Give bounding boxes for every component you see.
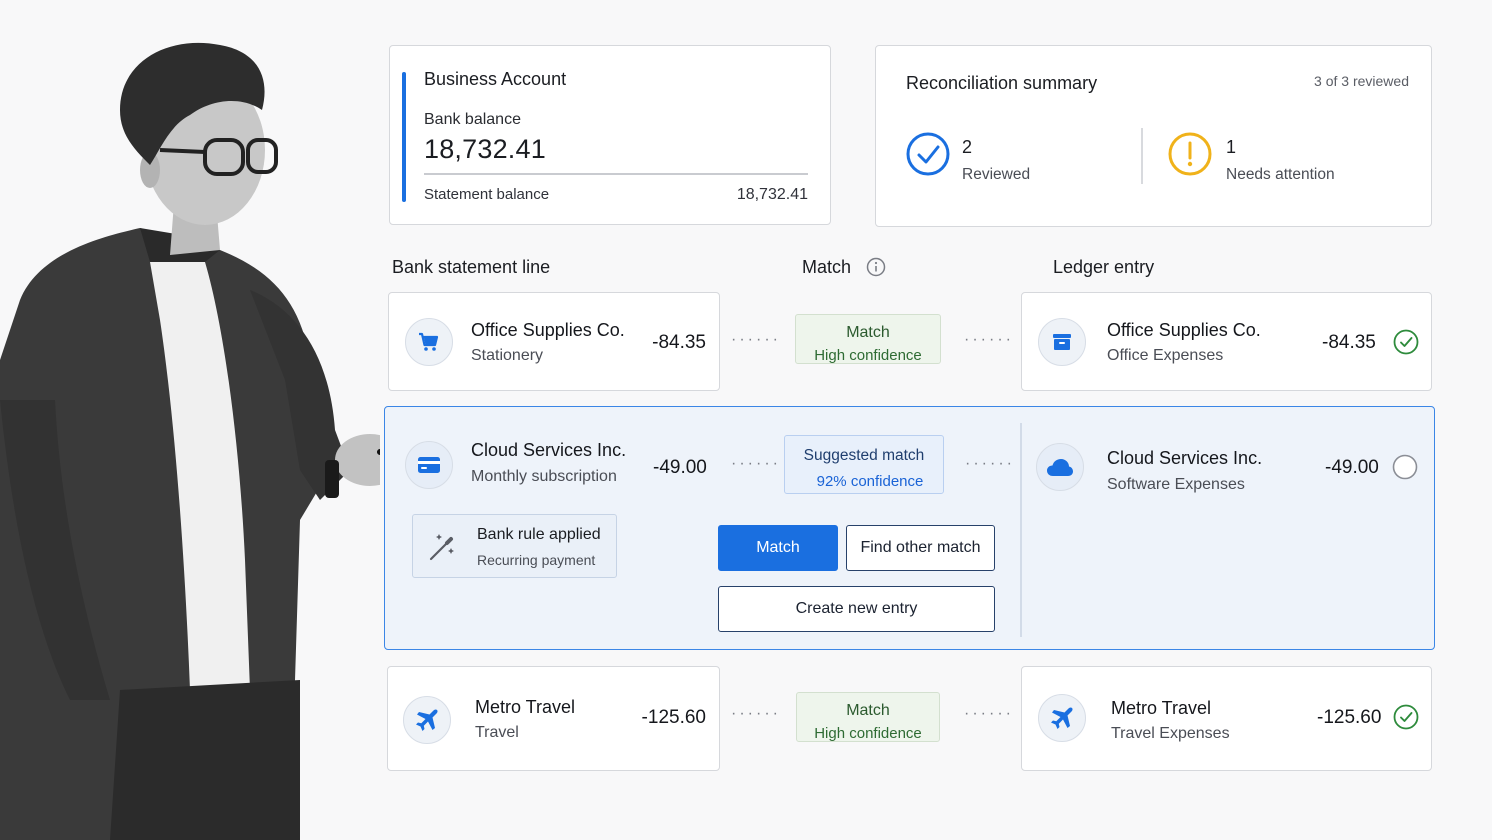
ledger-name: Metro Travel [1111, 698, 1212, 718]
column-header-bank: Bank statement line [392, 257, 551, 277]
column-header-match: Match [802, 257, 852, 277]
airplane-icon [1051, 707, 1073, 729]
bank-line-amount: -125.60 [641, 707, 706, 728]
match-badge-title: Match [846, 324, 890, 341]
connector-dots: ······ [965, 455, 1015, 472]
reconciliation-summary-card: Reconciliation summary 3 of 3 reviewed 2… [875, 45, 1432, 227]
connector-dots: ······ [964, 705, 1014, 722]
account-title: Business Account [424, 69, 567, 89]
ledger-sub: Office Expenses [1107, 347, 1224, 364]
bank-line-icon-circle [405, 318, 453, 366]
bank-line-icon-circle [405, 441, 453, 489]
connector-dots: ······ [731, 331, 781, 348]
suggested-match-badge: Suggested match 92% confidence [784, 435, 944, 494]
find-other-match-button[interactable]: Find other match [846, 525, 995, 571]
connector-dots: ······ [964, 331, 1014, 348]
rule-title: Bank rule applied [477, 526, 601, 543]
summary-progress: 3 of 3 reviewed [1314, 73, 1409, 89]
bank-line-name: Office Supplies Co. [471, 320, 625, 340]
bank-line-name: Metro Travel [475, 697, 576, 717]
column-header-ledger: Ledger entry [1053, 257, 1155, 277]
magic-wand-icon [429, 534, 454, 561]
bank-line-amount: -49.00 [653, 457, 707, 478]
accent-bar [402, 72, 406, 202]
match-badge-confidence: High confidence [814, 725, 922, 742]
person-illustration [0, 42, 380, 840]
summary-divider [1141, 128, 1143, 184]
info-icon[interactable] [866, 257, 886, 277]
rule-sub: Recurring payment [477, 552, 596, 568]
ledger-name: Office Supplies Co. [1107, 320, 1261, 340]
bank-line-amount: -84.35 [652, 332, 706, 353]
bank-line-icon-circle [403, 696, 451, 744]
warning-icon [1168, 132, 1212, 176]
statement-balance-label: Statement balance [424, 186, 550, 203]
match-badge-confidence: High confidence [814, 347, 922, 364]
ledger-amount: -84.35 [1322, 332, 1376, 353]
reviewed-count: 2 [962, 137, 973, 157]
bank-line-card[interactable]: Office Supplies Co. Stationery -84.35 [388, 292, 720, 391]
balance-divider [424, 173, 808, 175]
ledger-entry-card[interactable]: Office Supplies Co. Office Expenses -84.… [1021, 292, 1432, 391]
reviewed-check-icon [906, 132, 950, 176]
bank-line-name: Cloud Services Inc. [471, 440, 627, 460]
credit-card-icon [418, 457, 440, 473]
active-match-panel: Cloud Services Inc. Monthly subscription… [384, 406, 1435, 650]
ledger-icon-circle [1036, 443, 1084, 491]
ledger-icon-circle [1038, 694, 1086, 742]
bank-balance-value: 18,732.41 [424, 134, 546, 164]
connector-dots: ······ [731, 455, 781, 472]
match-badge: Match High confidence [796, 692, 940, 742]
bank-line-card[interactable]: Metro Travel Travel -125.60 [387, 666, 720, 771]
attention-count: 1 [1226, 137, 1237, 157]
match-badge-title: Match [846, 702, 890, 719]
balance-card: Business Account Bank balance 18,732.41 … [389, 45, 831, 225]
ledger-name: Cloud Services Inc. [1107, 448, 1263, 468]
statement-balance-value: 18,732.41 [736, 186, 808, 203]
ledger-amount: -49.00 [1325, 457, 1379, 478]
ledger-sub: Travel Expenses [1111, 725, 1230, 742]
ledger-entry-card[interactable]: Metro Travel Travel Expenses -125.60 [1021, 666, 1432, 771]
create-new-entry-button[interactable]: Create new entry [718, 586, 995, 632]
suggested-match-title: Suggested match [803, 447, 925, 464]
panel-divider [1020, 423, 1022, 637]
attention-label: Needs attention [1226, 166, 1335, 183]
matched-check-icon [1393, 329, 1419, 355]
cloud-icon [1047, 459, 1073, 476]
connector-dots: ······ [731, 705, 781, 722]
suggested-match-confidence: 92% confidence [816, 473, 924, 490]
match-button[interactable]: Match [718, 525, 838, 571]
bank-line-sub: Stationery [471, 347, 544, 364]
matched-check-icon [1393, 704, 1419, 730]
ledger-icon-circle [1038, 318, 1086, 366]
archive-box-icon [1053, 334, 1071, 350]
ledger-amount: -125.60 [1317, 707, 1382, 728]
summary-title: Reconciliation summary [906, 73, 1098, 93]
match-badge: Match High confidence [795, 314, 941, 364]
bank-line-sub: Travel [475, 724, 519, 741]
reviewed-label: Reviewed [962, 166, 1031, 183]
unmatched-radio-icon[interactable] [1392, 454, 1418, 480]
bank-balance-label: Bank balance [424, 111, 521, 128]
airplane-icon [416, 709, 438, 731]
cart-icon [419, 332, 439, 351]
bank-rule-badge[interactable]: Bank rule applied Recurring payment [412, 514, 617, 578]
bank-line-sub: Monthly subscription [471, 468, 617, 485]
ledger-sub: Software Expenses [1107, 476, 1245, 493]
